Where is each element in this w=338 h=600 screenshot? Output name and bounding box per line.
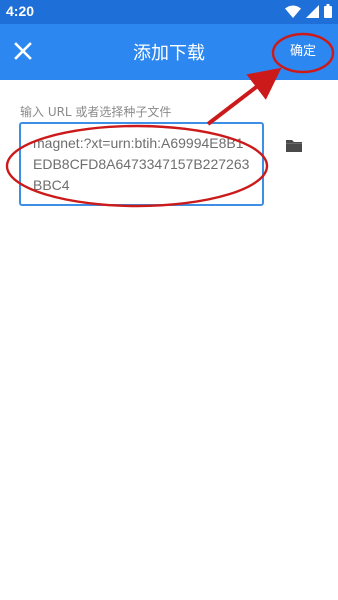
- select-torrent-button[interactable]: [285, 138, 303, 154]
- url-input[interactable]: magnet:?xt=urn:btih:A69994E8B1EDB8CFD8A6…: [19, 122, 264, 206]
- wifi-icon: [285, 3, 301, 22]
- folder-icon: [286, 140, 302, 152]
- app-bar: 添加下载 确定: [0, 24, 338, 80]
- status-time: 4:20: [6, 3, 35, 19]
- signal-icon: [306, 3, 319, 22]
- battery-icon: [324, 3, 332, 22]
- url-field-label: 输入 URL 或者选择种子文件: [20, 105, 172, 119]
- status-icons: [285, 3, 332, 22]
- annotation-arrow: [206, 67, 282, 126]
- status-bar: 4:20: [0, 0, 338, 24]
- annotation-overlay: [5, 32, 335, 208]
- confirm-button[interactable]: 确定: [276, 38, 330, 66]
